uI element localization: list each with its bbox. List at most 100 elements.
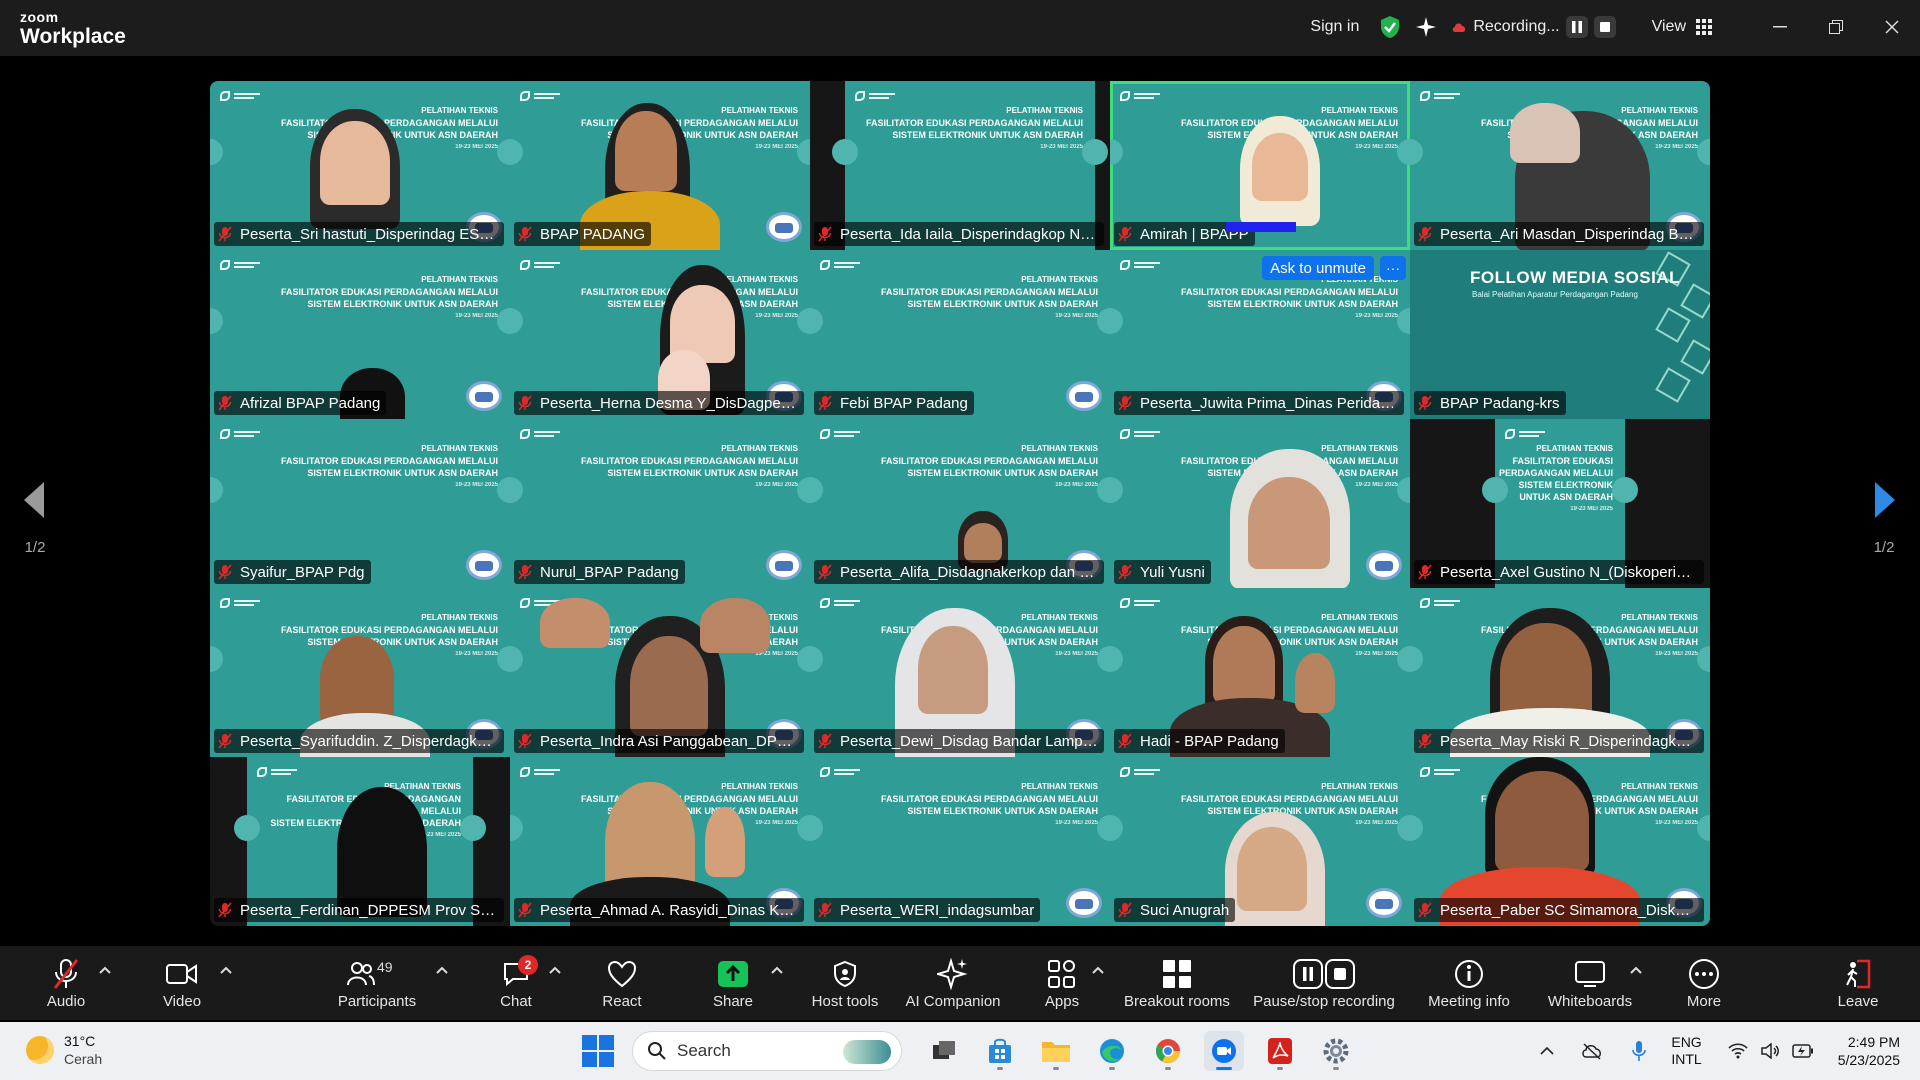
volume-icon[interactable]: [1760, 1043, 1780, 1059]
system-clock[interactable]: 2:49 PM 5/23/2025: [1838, 1033, 1900, 1069]
banner-text: PELATIHAN TEKNIS: [1321, 782, 1398, 791]
participant-tile[interactable]: PELATIHAN TEKNISFASILITATOR EDUKASI PERD…: [510, 81, 810, 250]
banner-text: PELATIHAN TEKNIS: [721, 444, 798, 453]
previous-page-nav[interactable]: 1/2: [15, 482, 55, 556]
recording-indicator[interactable]: Recording...: [1451, 16, 1616, 38]
banner-text: SISTEM ELEKTRONIK UNTUK ASN DAERAH: [1518, 480, 1613, 502]
banner-text: SISTEM ELEKTRONIK UNTUK ASN DAERAH: [607, 468, 798, 478]
follow-media-title: FOLLOW MEDIA SOSIAL: [1470, 268, 1681, 287]
participants-button[interactable]: 49 Participants: [330, 946, 424, 1020]
video-options-caret-icon[interactable]: [219, 964, 233, 976]
close-window-button[interactable]: [1864, 0, 1920, 54]
banner-text: 19-23 MEI 2025: [455, 313, 498, 319]
banner-text: SISTEM ELEKTRONIK UNTUK ASN DAERAH: [307, 637, 498, 647]
participant-name-bar: Suci Anugrah: [1114, 898, 1236, 922]
share-options-caret-icon[interactable]: [770, 964, 784, 976]
participant-tile[interactable]: FOLLOW MEDIA SOSIAL Balai Pelatihan Apara…: [1410, 250, 1710, 419]
participant-tile[interactable]: PELATIHAN TEKNISFASILITATOR EDUKASI PERD…: [810, 81, 1110, 250]
edge-browser-icon[interactable]: [1092, 1031, 1132, 1071]
show-hidden-icons-chevron-icon[interactable]: [1539, 1045, 1555, 1057]
participant-name: Peserta_Ahmad A. Rasyidi_Dinas KUK...: [540, 901, 798, 919]
audio-options-caret-icon[interactable]: [98, 964, 112, 976]
whiteboards-button[interactable]: Whiteboards: [1546, 946, 1634, 1020]
next-page-nav[interactable]: 1/2: [1864, 482, 1904, 556]
pause-stop-recording-button[interactable]: Pause/stop recording: [1250, 946, 1398, 1020]
battery-charging-icon[interactable]: [1791, 1044, 1814, 1058]
banner-text: FASILITATOR EDUKASI PERDAGANGAN MELALUI: [280, 456, 498, 466]
ask-to-unmute-button[interactable]: Ask to unmute: [1262, 256, 1374, 280]
ai-sparkle-icon[interactable]: [1415, 16, 1437, 38]
acrobat-reader-icon[interactable]: [1260, 1031, 1300, 1071]
participant-tile[interactable]: PELATIHAN TEKNISFASILITATOR EDUKASI PERD…: [210, 757, 510, 926]
start-menu-icon[interactable]: [582, 1035, 614, 1067]
whiteboards-options-caret-icon[interactable]: [1629, 964, 1643, 976]
participant-tile[interactable]: PELATIHAN TEKNISFASILITATOR EDUKASI PERD…: [510, 250, 810, 419]
participant-tile[interactable]: PELATIHAN TEKNISFASILITATOR EDUKASI PERD…: [1410, 81, 1710, 250]
breakout-rooms-button[interactable]: Breakout rooms: [1120, 946, 1234, 1020]
meeting-info-button[interactable]: Meeting info: [1424, 946, 1514, 1020]
chat-options-caret-icon[interactable]: [548, 964, 562, 976]
pause-recording-button[interactable]: [1565, 16, 1588, 38]
participants-options-caret-icon[interactable]: [435, 964, 449, 976]
participant-tile[interactable]: PELATIHAN TEKNISFASILITATOR EDUKASI PERD…: [510, 757, 810, 926]
chevron-left-icon[interactable]: [24, 482, 46, 518]
participant-tile[interactable]: PELATIHAN TEKNISFASILITATOR EDUKASI PERD…: [1110, 81, 1410, 250]
participant-tile[interactable]: PELATIHAN TEKNISFASILITATOR EDUKASI PERD…: [810, 588, 1110, 757]
participant-tile[interactable]: PELATIHAN TEKNISFASILITATOR EDUKASI PERD…: [1110, 250, 1410, 419]
task-view-icon[interactable]: [924, 1031, 964, 1071]
participant-tile[interactable]: PELATIHAN TEKNISFASILITATOR EDUKASI PERD…: [1110, 588, 1410, 757]
file-explorer-icon[interactable]: [1036, 1031, 1076, 1071]
participant-tile[interactable]: PELATIHAN TEKNISFASILITATOR EDUKASI PERD…: [1410, 419, 1710, 588]
microphone-in-use-icon[interactable]: [1631, 1040, 1647, 1062]
microsoft-store-icon[interactable]: [980, 1031, 1020, 1071]
settings-icon[interactable]: [1316, 1031, 1356, 1071]
participant-tile[interactable]: PELATIHAN TEKNISFASILITATOR EDUKASI PERD…: [210, 419, 510, 588]
taskbar-search[interactable]: Search: [632, 1031, 902, 1071]
circle-decoration: [810, 477, 823, 503]
chrome-browser-icon[interactable]: [1148, 1031, 1188, 1071]
encryption-shield-icon[interactable]: [1379, 15, 1401, 39]
share-screen-button[interactable]: Share: [708, 946, 758, 1020]
host-tools-button[interactable]: Host tools: [806, 946, 884, 1020]
leave-button[interactable]: Leave: [1838, 946, 1878, 1020]
weather-widget[interactable]: 31°C Cerah: [26, 1032, 102, 1068]
minimize-button[interactable]: [1752, 0, 1808, 54]
participant-tile[interactable]: PELATIHAN TEKNISFASILITATOR EDUKASI PERD…: [510, 419, 810, 588]
circle-decoration: [210, 477, 223, 503]
react-button[interactable]: React: [600, 946, 644, 1020]
cloud-offline-icon[interactable]: [1581, 1042, 1603, 1060]
participant-tile[interactable]: PELATIHAN TEKNISFASILITATOR EDUKASI PERD…: [1110, 757, 1410, 926]
host-shield-icon: [834, 960, 856, 987]
apps-button[interactable]: Apps: [1040, 946, 1084, 1020]
restore-button[interactable]: [1808, 0, 1864, 54]
zoom-app-icon[interactable]: [1204, 1031, 1244, 1071]
input-language-indicator[interactable]: ENG INTL: [1671, 1034, 1701, 1068]
audio-button[interactable]: Audio: [40, 946, 92, 1020]
participant-tile[interactable]: PELATIHAN TEKNISFASILITATOR EDUKASI PERD…: [510, 588, 810, 757]
participant-tile[interactable]: PELATIHAN TEKNISFASILITATOR EDUKASI PERD…: [210, 250, 510, 419]
participant-tile[interactable]: PELATIHAN TEKNISFASILITATOR EDUKASI PERD…: [810, 419, 1110, 588]
chat-button[interactable]: 2 Chat: [496, 946, 538, 1020]
tile-more-options-button[interactable]: ···: [1380, 256, 1406, 280]
more-button[interactable]: More: [1682, 946, 1726, 1020]
participant-tile[interactable]: PELATIHAN TEKNISFASILITATOR EDUKASI PERD…: [810, 757, 1110, 926]
stop-recording-button[interactable]: [1593, 16, 1616, 38]
follow-media-subtitle: Balai Pelatihan Aparatur Perdagangan Pad…: [1472, 290, 1638, 299]
sign-in-link[interactable]: Sign in: [1310, 18, 1359, 36]
participant-tile[interactable]: PELATIHAN TEKNISFASILITATOR EDUKASI PERD…: [210, 588, 510, 757]
ai-companion-button[interactable]: AI Companion: [904, 946, 1002, 1020]
wifi-icon[interactable]: [1728, 1043, 1748, 1059]
participant-name-bar: Yuli Yusni: [1114, 560, 1211, 584]
video-button[interactable]: Video: [156, 946, 208, 1020]
institution-badge-icon: [1366, 550, 1402, 580]
participant-tile[interactable]: PELATIHAN TEKNISFASILITATOR EDUKASI PERD…: [1410, 757, 1710, 926]
chevron-right-icon[interactable]: [1873, 482, 1895, 518]
participant-name-bar: Hadi - BPAP Padang: [1114, 729, 1285, 753]
participant-tile[interactable]: PELATIHAN TEKNISFASILITATOR EDUKASI PERD…: [210, 81, 510, 250]
view-menu-button[interactable]: View: [1652, 18, 1712, 36]
muted-mic-icon: [818, 733, 832, 749]
participant-tile[interactable]: PELATIHAN TEKNISFASILITATOR EDUKASI PERD…: [1410, 588, 1710, 757]
participant-tile[interactable]: PELATIHAN TEKNISFASILITATOR EDUKASI PERD…: [1110, 419, 1410, 588]
participant-tile[interactable]: PELATIHAN TEKNISFASILITATOR EDUKASI PERD…: [810, 250, 1110, 419]
apps-options-caret-icon[interactable]: [1091, 964, 1105, 976]
